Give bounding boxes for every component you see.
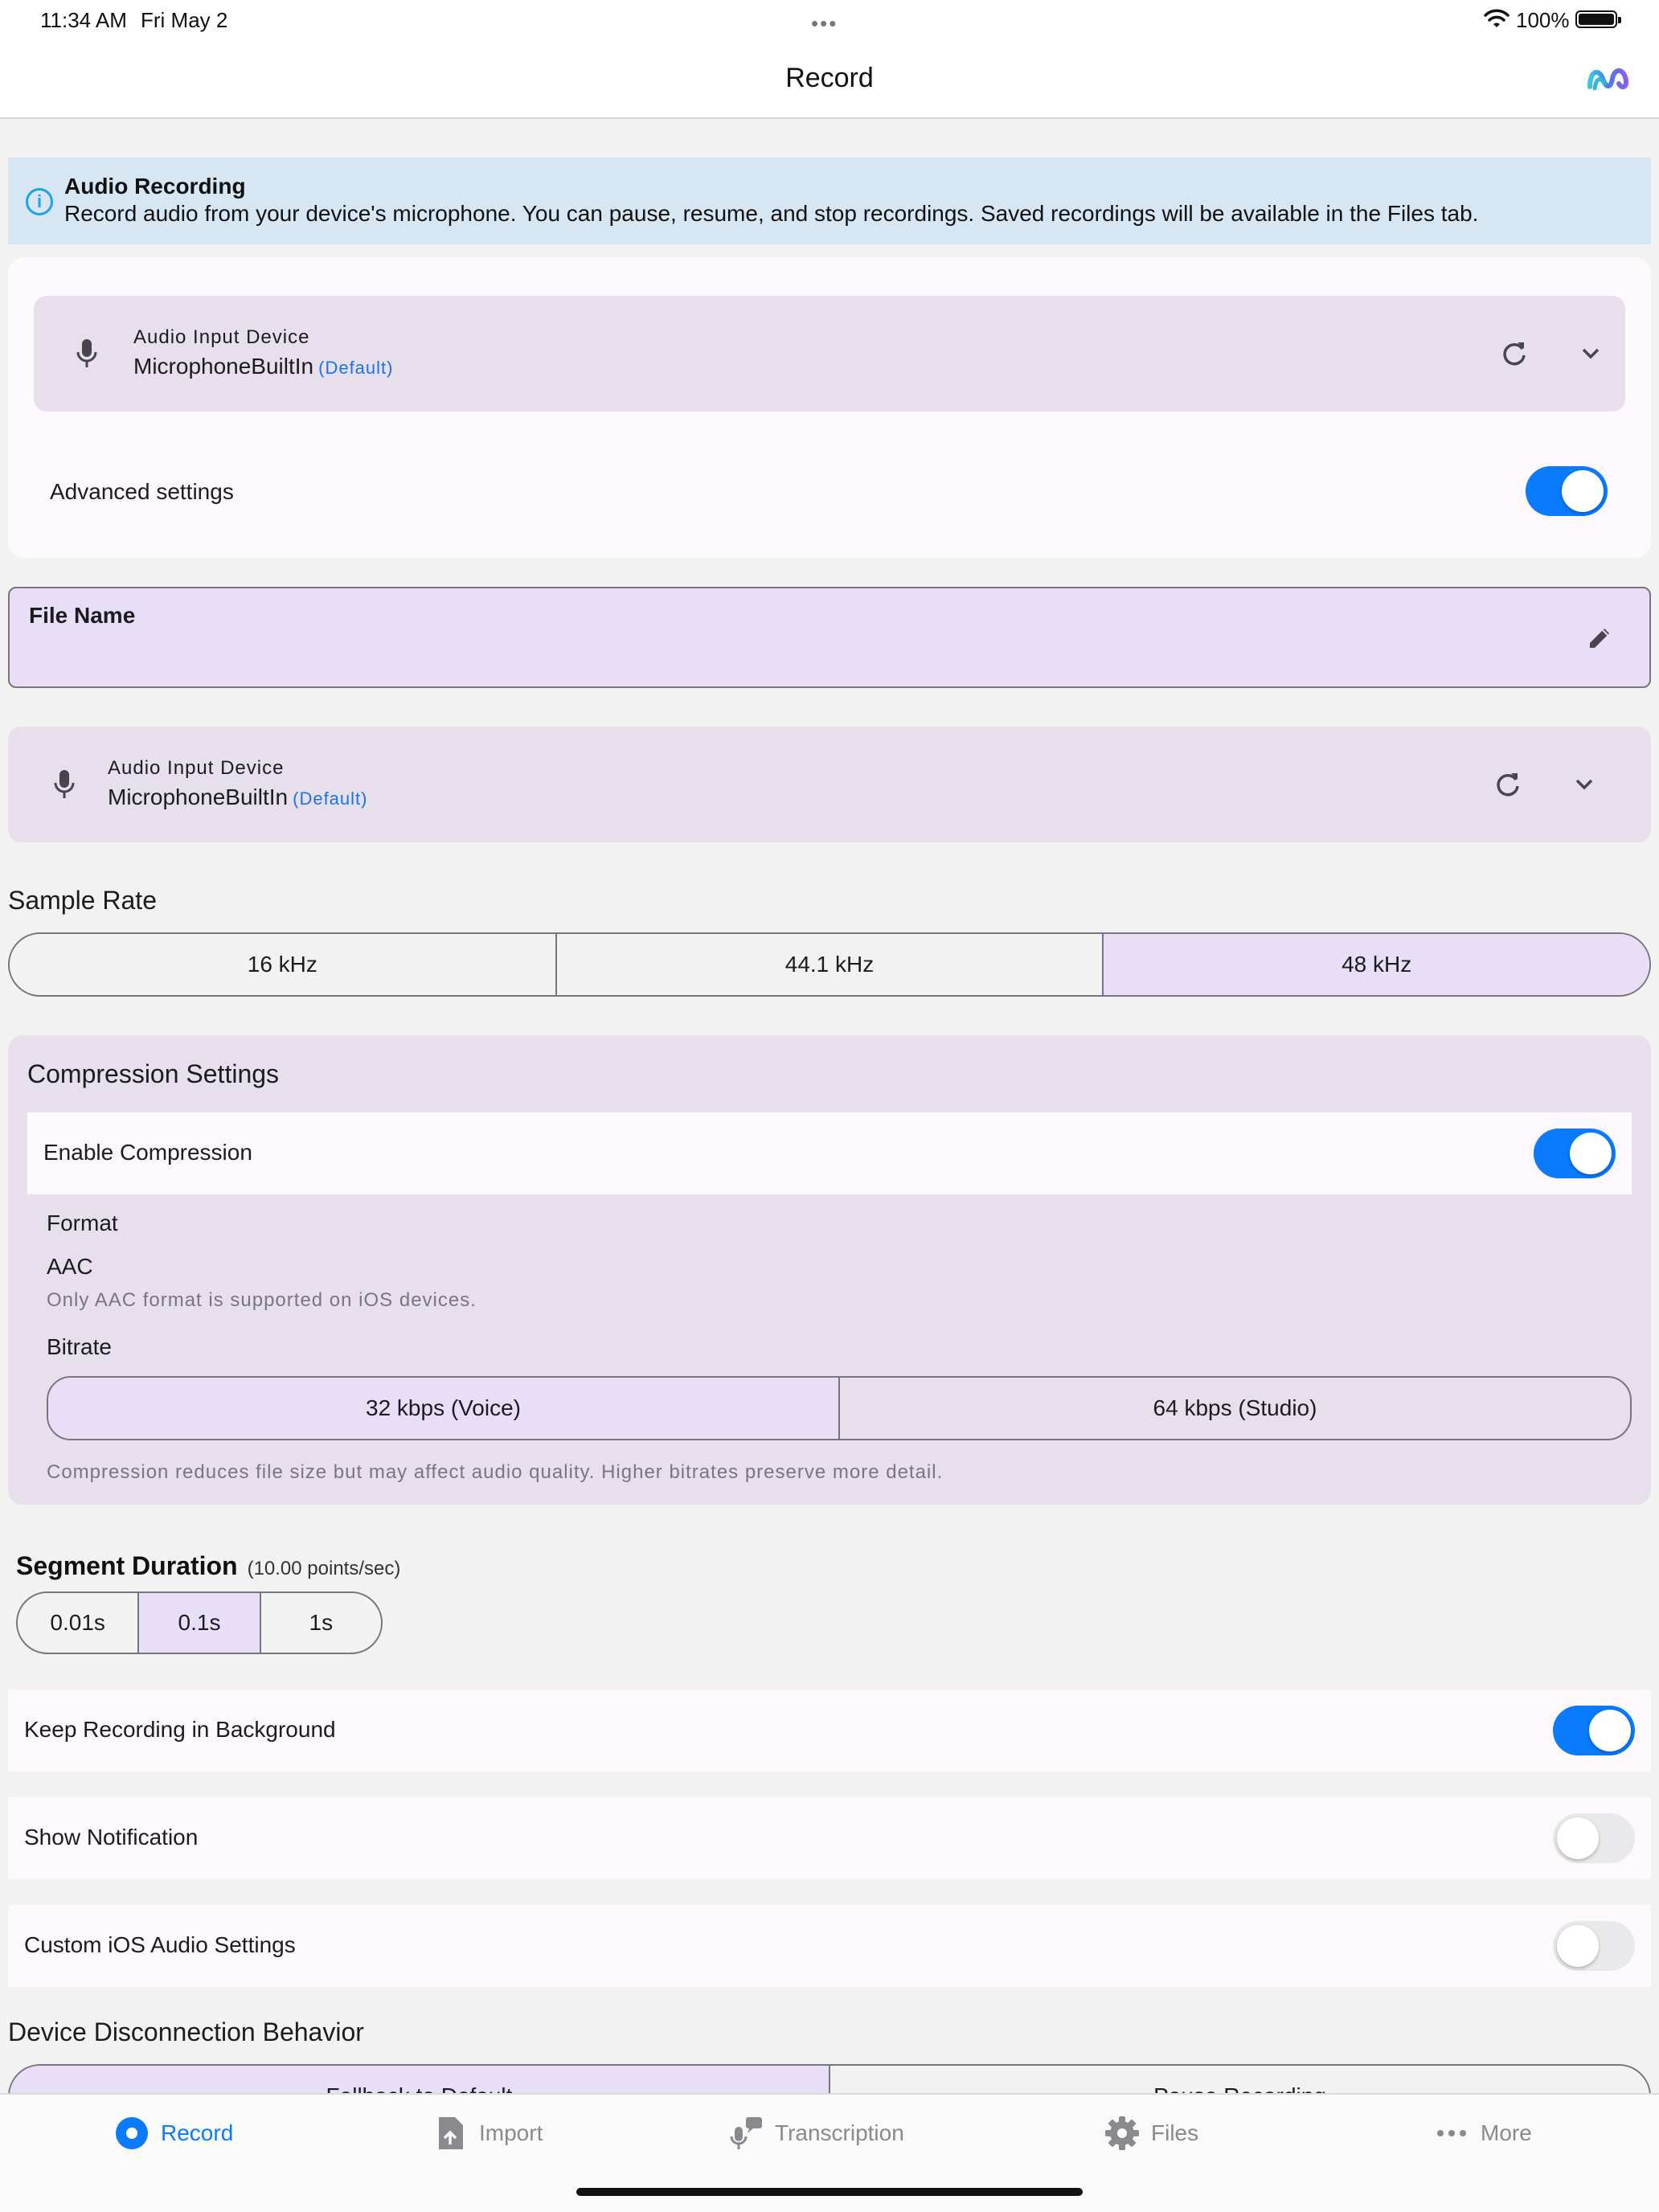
file-name-field[interactable]: File Name — [8, 587, 1651, 688]
status-time: 11:34 AM — [40, 8, 127, 32]
gear-icon — [1105, 2116, 1139, 2150]
format-hint: Only AAC format is supported on iOS devi… — [47, 1289, 477, 1311]
show-notification-toggle[interactable] — [1553, 1813, 1635, 1863]
home-indicator[interactable] — [576, 2188, 1083, 2196]
segment-option-01[interactable]: 0.1s — [139, 1593, 261, 1653]
default-tag: (Default) — [293, 789, 368, 809]
tab-label: More — [1481, 2120, 1532, 2145]
advanced-settings-toggle[interactable] — [1526, 466, 1608, 516]
format-label: Format — [47, 1210, 118, 1235]
disconnection-segmented-control[interactable]: Fallback to Default Pause Recording — [8, 2064, 1651, 2093]
audio-input-device-selector[interactable]: Audio Input Device MicrophoneBuiltIn (Def… — [34, 296, 1625, 412]
tab-transcription[interactable]: Transcription — [728, 2109, 904, 2157]
sample-rate-segmented-control[interactable]: 16 kHz 44.1 kHz 48 kHz — [8, 932, 1651, 997]
wifi-icon — [1484, 9, 1509, 27]
segment-option-001[interactable]: 0.01s — [18, 1593, 140, 1653]
bitrate-option-32[interactable]: 32 kbps (Voice) — [48, 1378, 840, 1439]
status-date: Fri May 2 — [141, 8, 228, 32]
device-settings-card: Audio Input Device MicrophoneBuiltIn (Def… — [8, 257, 1651, 558]
sample-rate-title: Sample Rate — [8, 886, 157, 915]
page-title: Record — [785, 63, 874, 93]
chevron-down-icon[interactable] — [1572, 776, 1596, 793]
info-banner-text: Record audio from your device's micropho… — [64, 201, 1479, 226]
bitrate-label: Bitrate — [47, 1334, 112, 1359]
scroll-content[interactable]: i Audio Recording Record audio from your… — [0, 121, 1659, 2093]
edit-pencil-icon[interactable] — [1585, 624, 1614, 653]
disconnection-option-pause[interactable]: Pause Recording — [830, 2066, 1649, 2093]
segment-duration-subtitle: (10.00 points/sec) — [247, 1558, 401, 1579]
transcription-icon — [730, 2117, 762, 2149]
enable-compression-row: Enable Compression — [27, 1112, 1632, 1194]
compression-settings-card: Compression Settings Enable Compression … — [8, 1035, 1651, 1505]
compression-title: Compression Settings — [27, 1059, 280, 1088]
advanced-settings-label: Advanced settings — [50, 479, 234, 504]
custom-ios-audio-settings-toggle[interactable] — [1553, 1921, 1635, 1971]
sample-rate-option-44[interactable]: 44.1 kHz — [557, 934, 1104, 995]
bitrate-segmented-control[interactable]: 32 kbps (Voice) 64 kbps (Studio) — [47, 1376, 1632, 1440]
tab-more[interactable]: More — [1434, 2109, 1532, 2157]
disconnection-option-fallback[interactable]: Fallback to Default — [10, 2066, 830, 2093]
custom-ios-audio-settings-label: Custom iOS Audio Settings — [24, 1932, 296, 1957]
battery-icon — [1575, 10, 1621, 28]
status-bar: 11:34 AM Fri May 2 ••• 100% — [0, 0, 1659, 39]
multitasking-dots-icon[interactable]: ••• — [811, 11, 838, 36]
more-icon — [1437, 2130, 1466, 2136]
microphone-icon — [76, 339, 97, 367]
segment-duration-header: Segment Duration (10.00 points/sec) — [16, 1551, 400, 1581]
record-icon — [116, 2117, 148, 2149]
keep-recording-background-label: Keep Recording in Background — [24, 1717, 336, 1742]
segment-option-1[interactable]: 1s — [261, 1593, 381, 1653]
audio-input-device-selector-2[interactable]: Audio Input Device MicrophoneBuiltIn (Def… — [8, 727, 1651, 842]
app-logo-icon[interactable] — [1587, 63, 1633, 95]
refresh-icon[interactable] — [1493, 770, 1522, 799]
format-value: AAC — [47, 1254, 93, 1279]
navigation-bar: Record — [0, 39, 1659, 119]
device-label: Audio Input Device — [108, 757, 285, 779]
tab-import[interactable]: Import — [432, 2109, 543, 2157]
keep-recording-background-toggle[interactable] — [1553, 1706, 1635, 1755]
refresh-icon[interactable] — [1500, 339, 1529, 368]
segment-duration-title: Segment Duration — [16, 1551, 238, 1580]
sample-rate-option-16[interactable]: 16 kHz — [10, 934, 557, 995]
segment-duration-segmented-control[interactable]: 0.01s 0.1s 1s — [16, 1591, 383, 1654]
device-name: MicrophoneBuiltIn (Default) — [108, 784, 368, 809]
enable-compression-toggle[interactable] — [1534, 1129, 1616, 1178]
tab-files[interactable]: Files — [1104, 2109, 1198, 2157]
tab-label: Transcription — [775, 2120, 904, 2145]
default-tag: (Default) — [318, 358, 394, 378]
sample-rate-option-48[interactable]: 48 kHz — [1104, 934, 1649, 995]
show-notification-row: Show Notification — [8, 1797, 1651, 1879]
bitrate-option-64[interactable]: 64 kbps (Studio) — [840, 1378, 1630, 1439]
tab-label: Files — [1151, 2120, 1199, 2145]
device-label: Audio Input Device — [133, 326, 310, 348]
disconnection-behavior-title: Device Disconnection Behavior — [8, 2017, 364, 2046]
file-name-label: File Name — [29, 603, 136, 628]
battery-percent: 100% — [1516, 8, 1570, 32]
import-icon — [439, 2117, 463, 2149]
custom-ios-audio-settings-row: Custom iOS Audio Settings — [8, 1905, 1651, 1987]
enable-compression-label: Enable Compression — [43, 1140, 252, 1165]
keep-recording-background-row: Keep Recording in Background — [8, 1690, 1651, 1772]
info-icon: i — [26, 188, 53, 215]
info-banner-title: Audio Recording — [64, 174, 246, 199]
chevron-down-icon[interactable] — [1579, 346, 1603, 362]
microphone-icon — [54, 770, 75, 798]
tab-label: Import — [479, 2120, 543, 2145]
info-banner: i Audio Recording Record audio from your… — [8, 158, 1651, 244]
tab-record[interactable]: Record — [114, 2109, 233, 2157]
tab-label: Record — [161, 2120, 234, 2145]
show-notification-label: Show Notification — [24, 1825, 199, 1849]
device-name: MicrophoneBuiltIn (Default) — [133, 354, 394, 379]
compression-note: Compression reduces file size but may af… — [47, 1461, 944, 1483]
